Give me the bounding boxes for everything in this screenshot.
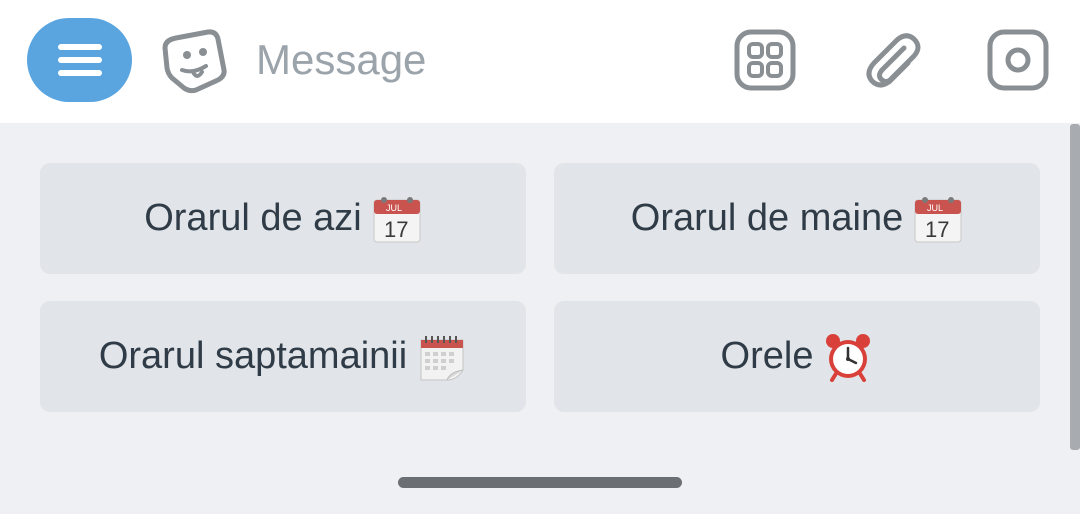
svg-text:JUL: JUL	[386, 203, 402, 213]
attach-button[interactable]	[860, 28, 924, 92]
keyboard-button-label: Orarul saptamainii	[98, 335, 408, 377]
calendar-jul-17-emoji: JUL 17	[913, 194, 963, 244]
keyboard-button-label: Orele	[720, 335, 814, 377]
alarm-clock-emoji	[823, 332, 873, 382]
menu-button[interactable]	[27, 18, 132, 102]
svg-text:17: 17	[384, 217, 408, 242]
keyboard-button-label: Orarul de azi	[144, 197, 362, 239]
spiral-calendar-emoji	[417, 332, 467, 382]
home-indicator[interactable]	[398, 477, 682, 488]
svg-text:JUL: JUL	[927, 203, 943, 213]
keyboard-scrollbar[interactable]	[1070, 124, 1080, 450]
apps-button[interactable]	[733, 28, 797, 92]
keyboard-button-orele[interactable]: Orele	[554, 301, 1040, 412]
sticker-button[interactable]	[160, 28, 230, 94]
grid-apps-icon	[734, 29, 796, 91]
keyboard-button-label: Orarul de maine	[630, 197, 904, 239]
sticker-smiley-icon	[162, 29, 227, 94]
reply-keyboard: Orarul de azi JUL 17 Orarul de maine JUL…	[0, 123, 1080, 514]
message-input[interactable]	[256, 30, 676, 90]
keyboard-button-orarul-de-maine[interactable]: Orarul de maine JUL 17	[554, 163, 1040, 274]
hamburger-menu-icon	[57, 44, 102, 76]
keyboard-button-orarul-de-azi[interactable]: Orarul de azi JUL 17	[40, 163, 526, 274]
paperclip-icon	[866, 33, 921, 88]
message-input-bar	[0, 0, 1080, 123]
camera-icon	[987, 29, 1049, 91]
svg-text:17: 17	[925, 217, 949, 242]
camera-button[interactable]	[986, 28, 1050, 92]
calendar-jul-17-emoji: JUL 17	[372, 194, 422, 244]
keyboard-button-orarul-saptamainii[interactable]: Orarul saptamainii	[40, 301, 526, 412]
